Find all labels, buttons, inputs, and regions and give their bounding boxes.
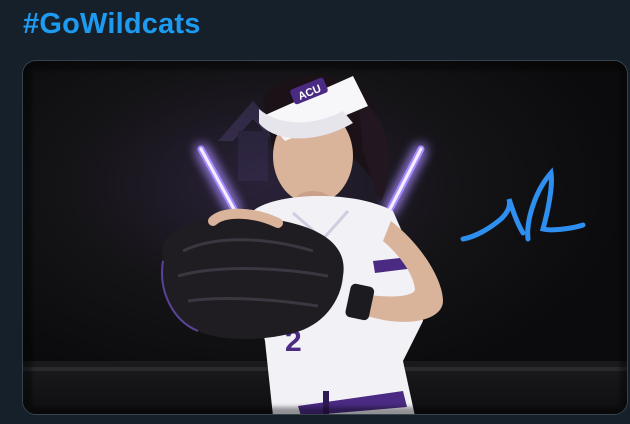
softball-glove	[161, 217, 344, 339]
photo-illustration: ACU 2	[23, 61, 627, 414]
hashtag-link[interactable]: #GoWildcats	[23, 6, 201, 42]
tweet-photo[interactable]: ACU 2	[22, 60, 628, 415]
tweet-footer-spacer	[0, 417, 630, 424]
